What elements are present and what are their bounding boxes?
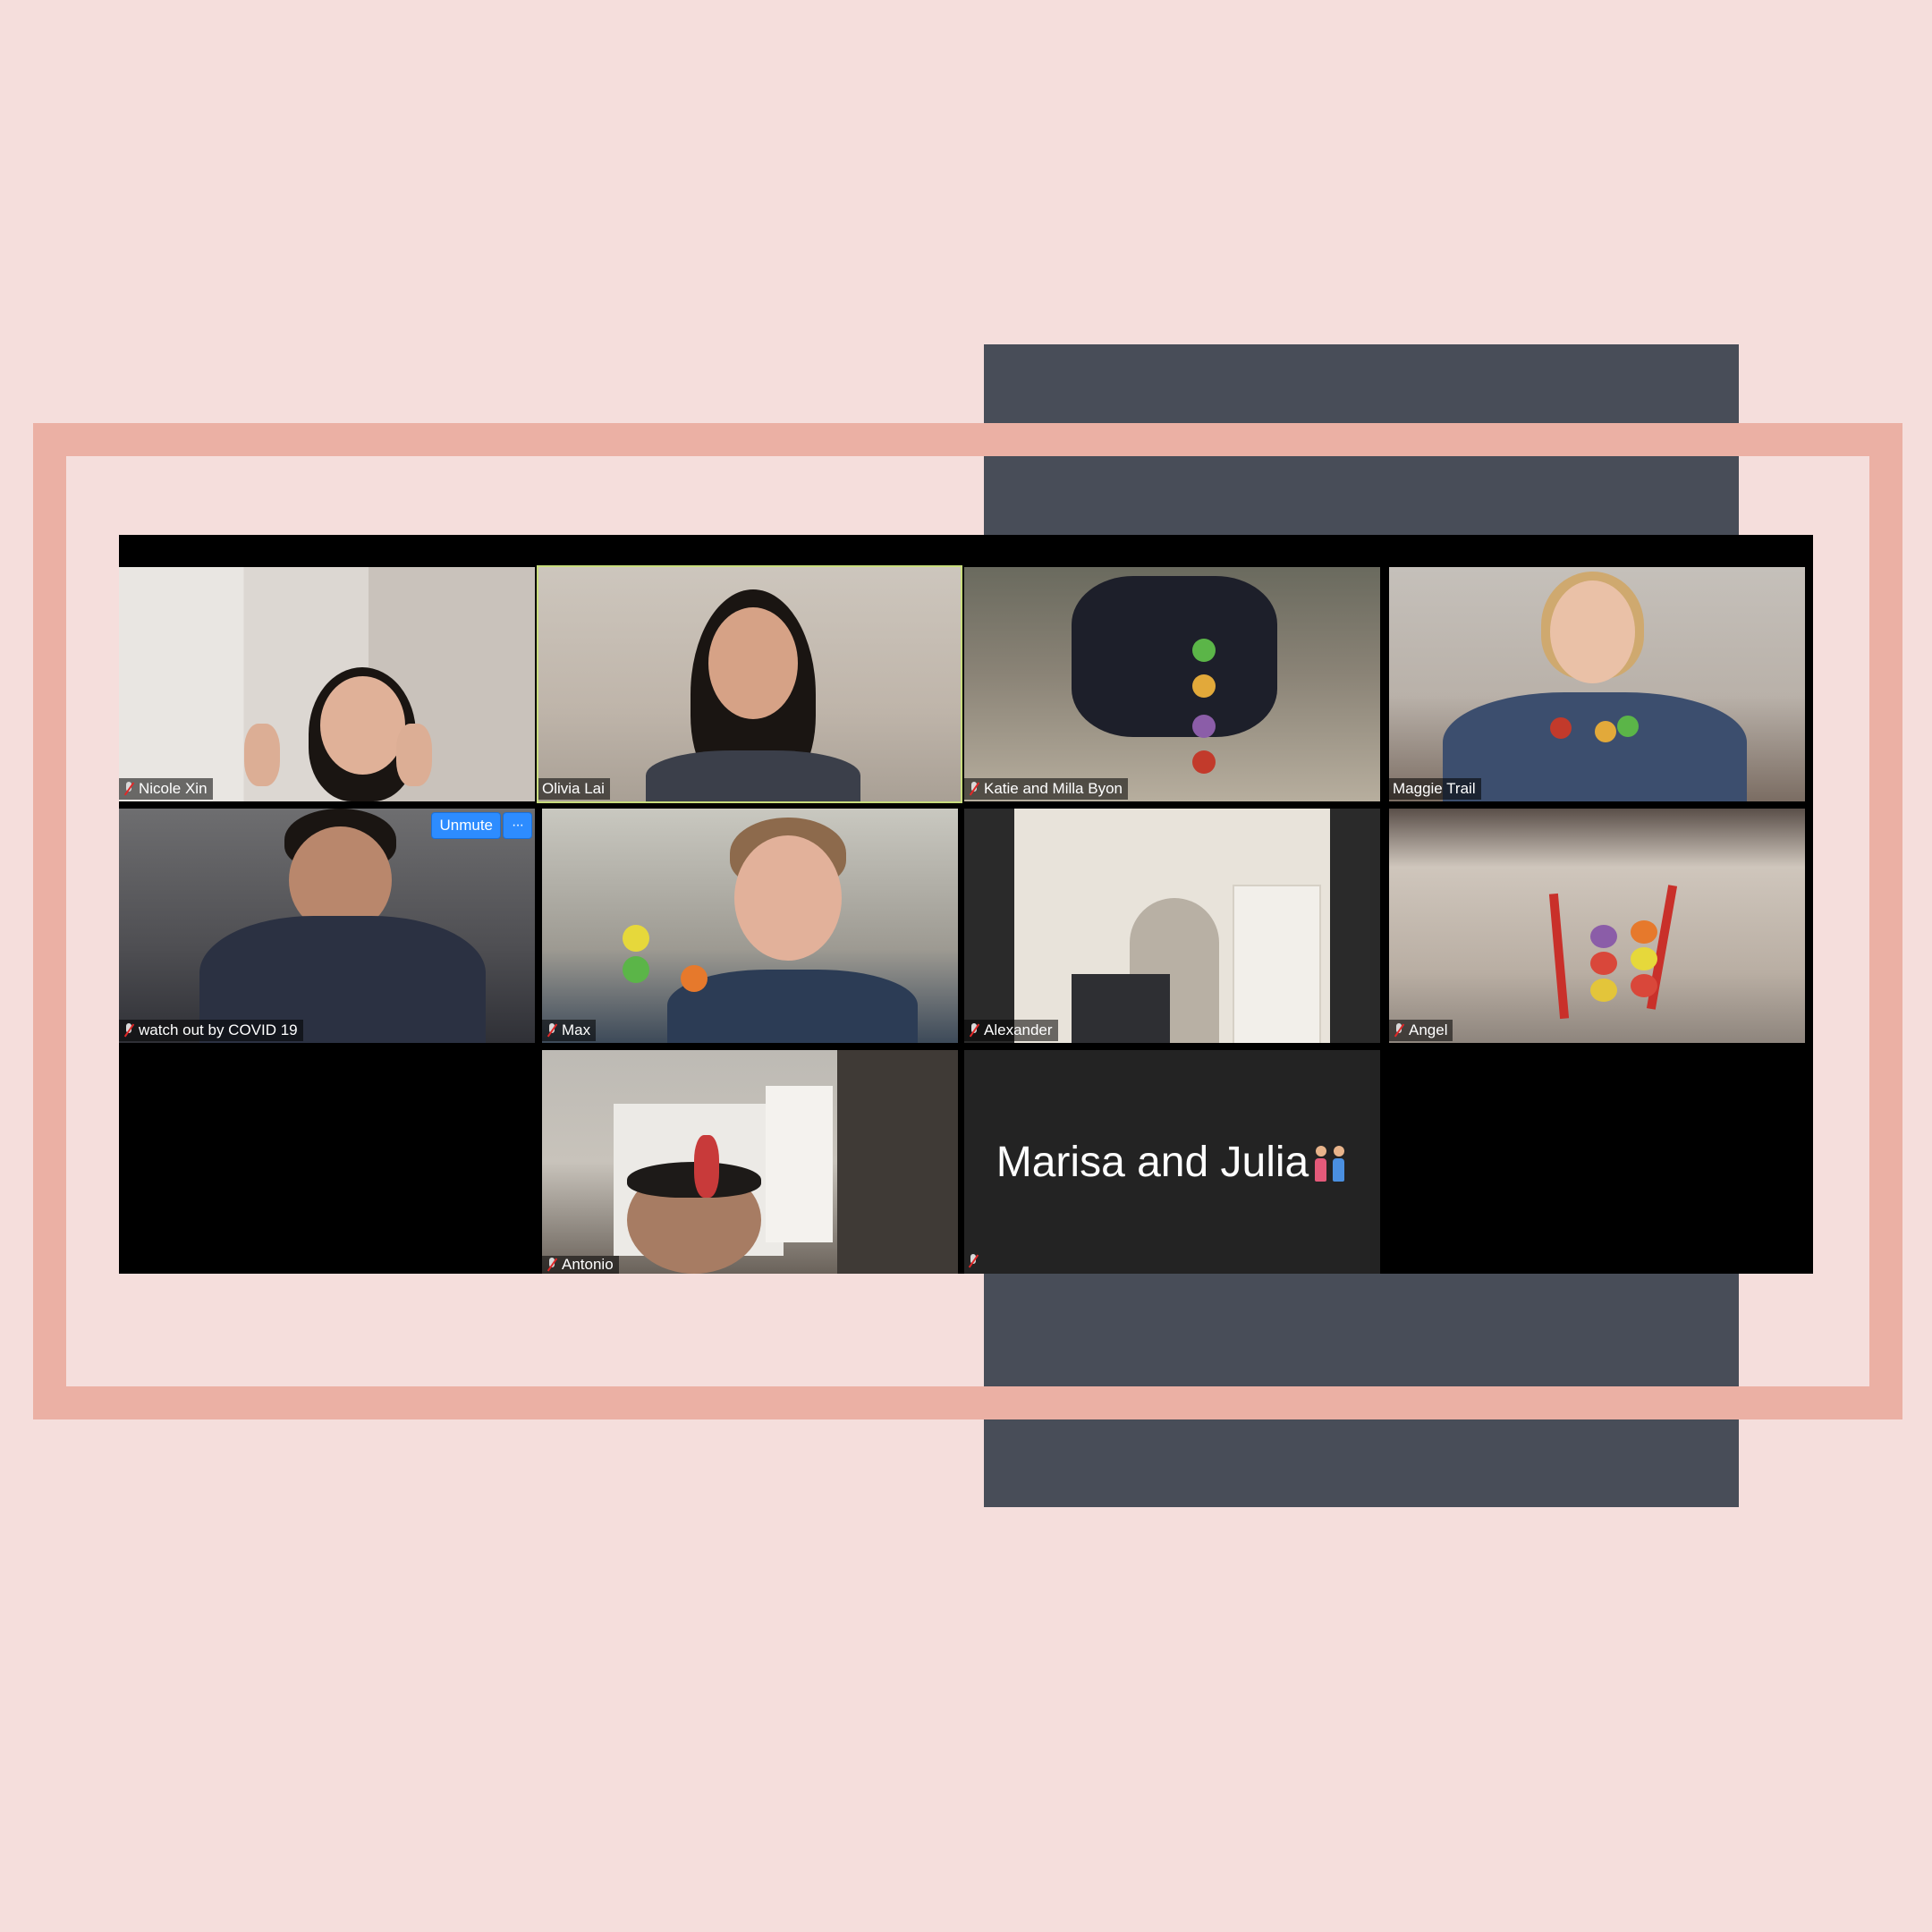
participant-name-tag: Olivia Lai <box>538 778 610 800</box>
couple-emoji-icon <box>1314 1142 1348 1182</box>
video-tile-katie-and-milla-byon[interactable]: Katie and Milla Byon <box>964 567 1380 801</box>
video-tile-antonio[interactable]: Antonio <box>542 1050 958 1274</box>
participant-name: Max <box>562 1021 591 1038</box>
empty-tile <box>1389 1050 1813 1274</box>
participant-name: watch out by COVID 19 <box>139 1021 298 1038</box>
video-feed <box>1389 567 1805 801</box>
video-feed <box>119 567 535 801</box>
video-feed <box>538 567 961 801</box>
participant-name: Marisa and Julia <box>996 1138 1309 1186</box>
muted-mic-icon <box>123 781 135 797</box>
muted-mic-icon <box>1393 1022 1405 1038</box>
participant-name: Katie and Milla Byon <box>984 780 1123 797</box>
participant-name-tag: watch out by COVID 19 <box>119 1020 303 1041</box>
participant-name: Alexander <box>984 1021 1053 1038</box>
video-tile-alexander[interactable]: Alexander <box>964 809 1380 1043</box>
video-feed <box>119 809 535 1043</box>
muted-mic-icon <box>968 781 980 797</box>
empty-tile <box>119 1050 535 1274</box>
participant-name: Maggie Trail <box>1393 780 1476 797</box>
video-tile-marisa-and-julia[interactable]: Marisa and Julia <box>964 1050 1380 1274</box>
participant-name-tag: Katie and Milla Byon <box>964 778 1128 800</box>
video-tile-angel[interactable]: Angel <box>1389 809 1805 1043</box>
participant-name: Olivia Lai <box>542 780 605 797</box>
zoom-gallery-view: Nicole Xin Olivia Lai Katie and Milla By… <box>119 535 1813 1274</box>
muted-mic-icon <box>968 1022 980 1038</box>
participant-name-tag: Maggie Trail <box>1389 778 1481 800</box>
video-feed <box>1389 809 1805 1043</box>
video-feed <box>964 567 1380 801</box>
video-tile-nicole-xin[interactable]: Nicole Xin <box>119 567 535 801</box>
participant-name-tag: Angel <box>1389 1020 1453 1041</box>
muted-mic-icon <box>123 1022 135 1038</box>
participant-name: Nicole Xin <box>139 780 208 797</box>
muted-mic-icon <box>546 1257 558 1273</box>
participant-name-tag: Alexander <box>964 1020 1058 1041</box>
participant-name: Angel <box>1409 1021 1448 1038</box>
video-tile-maggie-trail[interactable]: Maggie Trail <box>1389 567 1805 801</box>
participant-name-display: Marisa and Julia <box>964 1050 1380 1274</box>
video-tile-watch-out-by-covid-19[interactable]: Unmute ··· watch out by COVID 19 <box>119 809 535 1043</box>
participant-name-tag: Max <box>542 1020 597 1041</box>
muted-mic-icon <box>546 1022 558 1038</box>
more-options-button[interactable]: ··· <box>503 812 532 839</box>
unmute-button[interactable]: Unmute <box>431 812 501 839</box>
video-feed <box>542 809 958 1043</box>
video-tile-max[interactable]: Max <box>542 809 958 1043</box>
video-tile-olivia-lai[interactable]: Olivia Lai <box>537 565 962 803</box>
video-feed <box>964 809 1380 1043</box>
participant-name-tag: Antonio <box>542 1256 619 1274</box>
muted-mic-indicator <box>967 1253 979 1274</box>
participant-name: Antonio <box>562 1256 614 1273</box>
muted-mic-icon <box>967 1253 979 1269</box>
video-feed <box>542 1050 958 1274</box>
participant-name-tag: Nicole Xin <box>119 778 213 800</box>
